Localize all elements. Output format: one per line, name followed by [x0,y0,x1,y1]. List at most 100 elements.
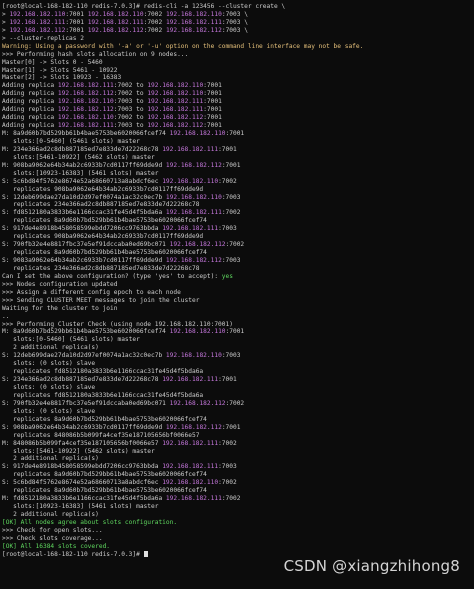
terminal-text: M: fd8512180a3833b6e1166ccac31fe45d4f5bd… [2,495,166,503]
ip-address: 192.168.182.110 [147,90,204,98]
terminal-text: :7003 to [113,122,148,130]
terminal-line: S: fd8512180a3833b6e1166ccac31fe45d4f5bd… [2,209,474,217]
terminal-line: 2 additional replica(s) [2,511,474,519]
terminal-text: Master[1] -> Slots 5461 - 10922 [2,66,118,74]
terminal-text: replicates 848086b5b099fa4cef35e18710565… [2,431,200,439]
terminal-text: [root@local-168-182-110 redis-7.0.3]# [2,550,144,558]
terminal-text: 2 additional replica(s) [2,344,99,352]
ip-address: 192.168.182.112 [169,241,226,249]
terminal-line: slots:[0-5460] (5461 slots) master [2,138,474,146]
terminal-line: > --cluster-replicas 2 [2,35,474,43]
terminal-line: M: 8a9d60b7bd529bb61b4bae5753be6020066fc… [2,130,474,138]
terminal-line: replicates 848086b5b099fa4cef35e18710565… [2,432,474,440]
terminal-line: Can I set the above configuration? (type… [2,273,474,281]
ip-address: 192.168.182.110 [147,82,204,90]
ip-address: 192.168.182.110 [162,479,219,487]
terminal-text: [OK] All nodes agree about slots configu… [2,518,178,526]
ip-address: 192.168.182.110 [169,328,226,336]
terminal-line: slots: (0 slots) slave [2,384,474,392]
terminal-line: slots: (0 slots) slave [2,360,474,368]
terminal-text: 2 additional replica(s) [2,511,99,518]
terminal-line: M: 848086b5b099fa4cef35e187105656bf0066e… [2,440,474,448]
terminal-text: S: 790fb32e4e8817fbc37e5ef91dccaba0ed69b… [2,399,170,407]
terminal-line: >>> Nodes configuration updated [2,281,474,289]
ip-address: 192.168.182.111 [87,18,144,26]
terminal-text: :7001 [65,10,88,18]
terminal-line: > 192.168.182.111:7001 192.168.182.111:7… [2,19,474,27]
terminal-line: .. [2,313,474,321]
terminal-text: Master[2] -> Slots 10923 - 16383 [2,74,122,82]
ip-address: 192.168.182.111 [147,98,204,106]
terminal-text: S: 917de4e8918b458058599ebdd7206cc9763bb… [2,463,163,471]
terminal-text: :7003 to [113,98,148,106]
terminal-text: M: 234e366ad2c8db887185ed7e833de7d22268c… [2,145,163,153]
terminal-text: :7001 [221,423,241,431]
terminal-text: :7001 [221,161,241,169]
terminal-text: replicates fd8512180a3833b6e1166ccac31fe… [2,391,204,399]
terminal-line: replicates 8a9d60b7bd529bb61b4bae5753be6… [2,249,474,257]
terminal-text: replicates 234e366ad2c8db887185ed7e833de… [2,264,200,272]
ip-address: 192.168.182.112 [165,26,222,34]
ip-address: 192.168.182.111 [57,122,114,130]
terminal-line: replicates 908ba9062e64b34ab2c6933b7cd01… [2,186,474,194]
terminal-line: [root@local-168-182-110 redis-7.0.3]# re… [2,3,474,11]
terminal-text: S: fd8512180a3833b6e1166ccac31fe45d4f5bd… [2,209,166,217]
terminal-text: :7002 [225,399,245,407]
terminal-text: Can I set the above configuration? (type… [2,272,222,280]
terminal-text: :7002 [221,495,241,503]
ip-address: 192.168.182.111 [9,18,66,26]
terminal-text: slots:[10923-16383] (5461 slots) master [2,169,159,177]
terminal-text: slots: (0 slots) slave [2,384,96,391]
terminal-text: S: 5c6bd84f5762e8674e52a68660713a8abdcf6… [2,177,163,185]
terminal-text: Adding replica [2,114,58,122]
terminal-line: replicates 234e366ad2c8db887185ed7e833de… [2,265,474,273]
ip-address: 192.168.182.111 [165,209,222,217]
terminal-text: :7001 [203,98,222,106]
terminal-line: Master[1] -> Slots 5461 - 10922 [2,67,474,75]
terminal-line: >>> Check slots coverage... [2,535,474,543]
terminal-line: S: 790fb32e4e8817fbc37e5ef91dccaba0ed69b… [2,241,474,249]
ip-address: 192.168.182.112 [57,106,114,114]
ip-address: 192.168.182.110 [165,352,222,360]
terminal-text: replicates 8a9d60b7bd529bb61b4bae5753be6… [2,471,207,479]
terminal-line: replicates 8a9d60b7bd529bb61b4bae5753be6… [2,416,474,424]
terminal-text: :7001 [203,122,222,130]
terminal-line: S: 12deb699dae27da10d2d97ef0074a1ac32c0e… [2,194,474,202]
terminal-line: replicates 234e366ad2c8db887185ed7e833de… [2,201,474,209]
terminal-window[interactable]: [root@local-168-182-110 redis-7.0.3]# re… [0,0,474,589]
terminal-line: M: 234e366ad2c8db887185ed7e833de7d22268c… [2,146,474,154]
terminal-text: :7003 [221,352,241,360]
terminal-text: :7001 [203,106,222,114]
ip-address: 192.168.182.110 [165,10,222,18]
ip-address: 192.168.182.110 [165,193,222,201]
terminal-text: >>> Assign a different config epoch to e… [2,288,181,296]
ip-address: 192.168.182.112 [9,26,66,34]
terminal-line: [OK] All 16384 slots covered. [2,543,474,551]
terminal-text: :7001 [65,26,88,34]
terminal-text: :7002 [218,479,237,487]
terminal-line: slots:[5461-10922] (5462 slots) master [2,154,474,162]
terminal-text: Adding replica [2,122,58,130]
terminal-text: :7002 [218,439,237,447]
terminal-text: M: 908ba9062e64b34ab2c6933b7cd0117ff69dd… [2,161,166,169]
terminal-text: :7001 [203,114,222,122]
terminal-text: S: 12deb699dae27da10d2d97ef0074a1ac32c0e… [2,352,166,360]
terminal-line: > 192.168.182.112:7001 192.168.182.112:7… [2,27,474,35]
terminal-line: Adding replica 192.168.182.110:7002 to 1… [2,114,474,122]
terminal-text: S: 5c6bd84f5762e8674e52a68660713a8abdcf6… [2,479,163,487]
terminal-cursor [143,550,148,557]
terminal-text: :7003 [218,463,237,471]
ip-address: 192.168.182.111 [162,463,219,471]
terminal-text: :7001 [218,376,237,384]
terminal-text: :7002 to [113,82,148,90]
csdn-watermark: CSDN @xiangzhihong8 [283,557,460,575]
terminal-text: replicates 8a9d60b7bd529bb61b4bae5753be6… [2,415,207,423]
terminal-text: >>> Nodes configuration updated [2,280,118,288]
terminal-text: :7003 \ [221,26,248,34]
terminal-line: replicates 8a9d60b7bd529bb61b4bae5753be6… [2,471,474,479]
terminal-text: :7003 \ [221,10,248,18]
terminal-text: :7002 [143,18,166,26]
ip-address: 192.168.182.111 [57,82,114,90]
terminal-line: Warning: Using a password with '-a' or '… [2,43,474,51]
terminal-line: replicates 8a9d60b7bd529bb61b4bae5753be6… [2,217,474,225]
